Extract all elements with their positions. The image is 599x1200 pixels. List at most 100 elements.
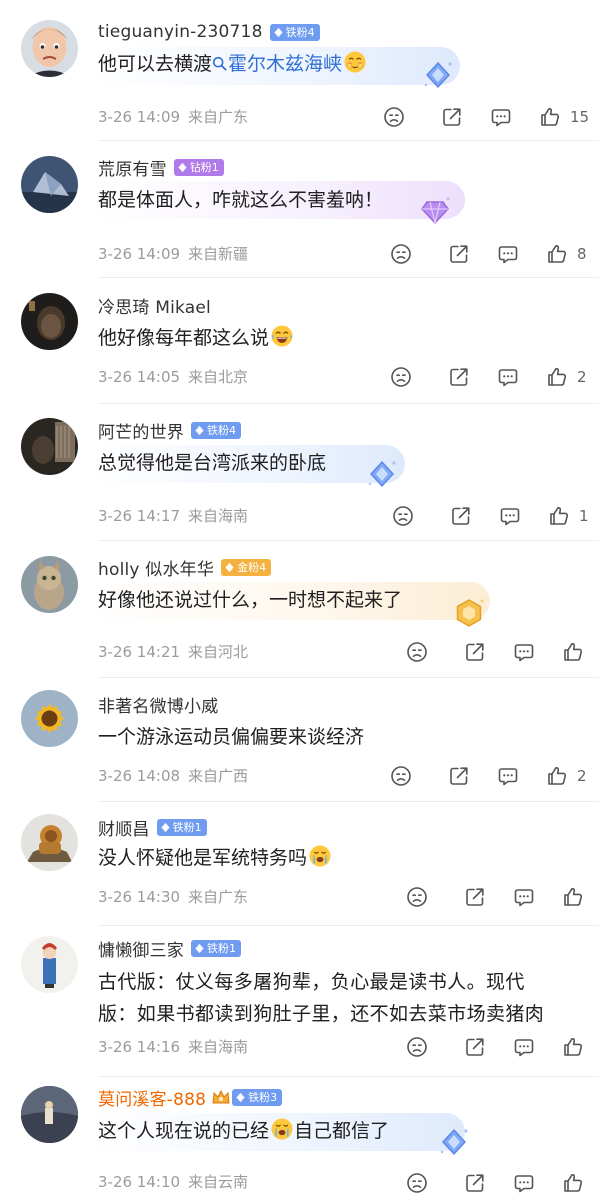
location: 来自北京 [188,368,249,386]
blue-diamond-decoration-icon [365,457,399,491]
share-icon[interactable] [463,1171,487,1195]
dislike-icon[interactable] [405,640,429,664]
username[interactable]: 荒原有雪 [98,155,167,180]
avatar[interactable] [21,20,78,77]
comment-text: 这个人现在说的已经 自己都信了 [98,1114,389,1149]
timestamp: 3-26 14:16 [98,1038,181,1056]
blue-diamond-decoration-icon [437,1125,471,1159]
username[interactable]: 财顺昌 [98,815,150,840]
like-icon[interactable] [561,1171,585,1195]
user-name-line: holly 似水年华 金粉4 [98,555,272,580]
dislike-icon[interactable] [405,1171,429,1195]
like-icon[interactable] [538,105,562,129]
avatar[interactable] [21,418,78,475]
dislike-icon[interactable] [389,365,413,389]
comment-text: 他好像每年都这么说 [98,321,294,356]
username[interactable]: holly 似水年华 [98,555,214,580]
share-icon[interactable] [463,1035,487,1059]
comment-actions [405,639,593,665]
diamond-icon [160,822,171,833]
share-icon[interactable] [447,764,471,788]
dislike-icon[interactable] [391,504,415,528]
username[interactable]: 冷思琦 Mikael [98,293,211,318]
dislike-icon[interactable] [389,764,413,788]
share-icon[interactable] [447,365,471,389]
comment-icon[interactable] [512,1171,536,1195]
like-icon[interactable] [545,365,569,389]
share-icon[interactable] [447,242,471,266]
diamond-icon [194,943,205,954]
emoji-shy-icon [343,50,367,74]
dislike-icon[interactable] [382,105,406,129]
dislike-icon[interactable] [405,885,429,909]
avatar[interactable] [21,814,78,871]
comment-icon[interactable] [489,105,513,129]
username[interactable]: 非著名微博小威 [98,692,218,717]
fan-badge[interactable]: 铁粉1 [156,818,207,836]
diamond-icon [273,27,284,38]
comment-text: 没人怀疑他是军统特务吗 [98,841,332,876]
comment-text: 好像他还说过什么，一时想不起来了 [98,589,403,611]
share-icon[interactable] [463,640,487,664]
comment-item: 冷思琦 Mikael 他好像每年都这么说 3-26 14:05 来自北京 2 [0,277,599,403]
share-icon[interactable] [449,504,473,528]
comment-icon[interactable] [496,242,520,266]
avatar[interactable] [21,690,78,747]
username[interactable]: tieguanyin-230718 [98,22,263,42]
share-icon[interactable] [440,105,464,129]
timestamp: 3-26 14:05 [98,368,181,386]
dislike-icon[interactable] [405,1035,429,1059]
user-name-line: 慵懒御三家 铁粉1 [98,936,241,961]
avatar[interactable] [21,293,78,350]
avatar[interactable] [21,556,78,613]
comment-icon[interactable] [512,1035,536,1059]
comment-icon[interactable] [498,504,522,528]
username[interactable]: 慵懒御三家 [98,936,184,961]
location: 来自广东 [188,108,249,126]
location: 来自广西 [188,767,249,785]
comment-item: 慵懒御三家 铁粉1 古代版：仗义每多屠狗辈，负心最是读书人。现代 版：如果书都读… [0,925,599,1076]
comment-icon[interactable] [496,764,520,788]
comment-icon[interactable] [496,365,520,389]
avatar[interactable] [21,1086,78,1143]
like-icon[interactable] [561,640,585,664]
fan-badge[interactable]: 铁粉4 [191,421,241,439]
comment-actions: 2 [389,364,587,390]
username[interactable]: 阿芒的世界 [98,418,184,443]
fan-badge[interactable]: 铁粉4 [269,23,320,41]
crown-badge-icon [212,1089,230,1104]
like-count: 15 [570,108,590,126]
location: 来自海南 [188,1038,249,1056]
timestamp: 3-26 14:10 [98,1173,181,1191]
diamond-icon [235,1092,246,1103]
fan-badge[interactable]: 钻粉1 [173,158,224,176]
comment-icon[interactable] [512,640,536,664]
purple-diamond-decoration-icon [418,194,452,228]
fan-badge[interactable]: 铁粉1 [191,939,241,957]
share-icon[interactable] [463,885,487,909]
comment-item: 莫问溪客-888 铁粉3 这个人现在说的已经 自己都信了 3-26 14:10 来自… [0,1076,599,1200]
comment-text-line-1: 古代版：仗义每多屠狗辈，负心最是读书人。现代 [98,971,525,993]
fan-badge[interactable]: 金粉4 [221,558,272,576]
like-icon[interactable] [547,504,571,528]
comment-text: 他可以去横渡 霍尔木兹海峡 [98,47,367,82]
username[interactable]: 莫问溪客-888 [98,1085,206,1110]
like-count: 2 [577,767,587,785]
comment-actions: 1 [391,503,589,529]
avatar[interactable] [21,936,78,993]
user-name-line: 非著名微博小威 [98,692,218,717]
like-count: 2 [577,368,587,386]
like-icon[interactable] [561,885,585,909]
fan-badge[interactable]: 铁粉3 [232,1088,283,1106]
like-icon[interactable] [561,1035,585,1059]
like-icon[interactable] [545,242,569,266]
comment-item: 荒原有雪 钻粉1 都是体面人，咋就这么不害羞呐！ 3-26 14:09 来自新疆 … [0,140,599,277]
like-count: 8 [577,245,587,263]
like-icon[interactable] [545,764,569,788]
comment-icon[interactable] [512,885,536,909]
topic-link[interactable]: 霍尔木兹海峡 [212,53,342,75]
dislike-icon[interactable] [389,242,413,266]
user-name-line: tieguanyin-230718 铁粉4 [98,20,320,44]
comment-meta: 3-26 14:30 来自广东 [98,886,248,908]
avatar[interactable] [21,156,78,213]
